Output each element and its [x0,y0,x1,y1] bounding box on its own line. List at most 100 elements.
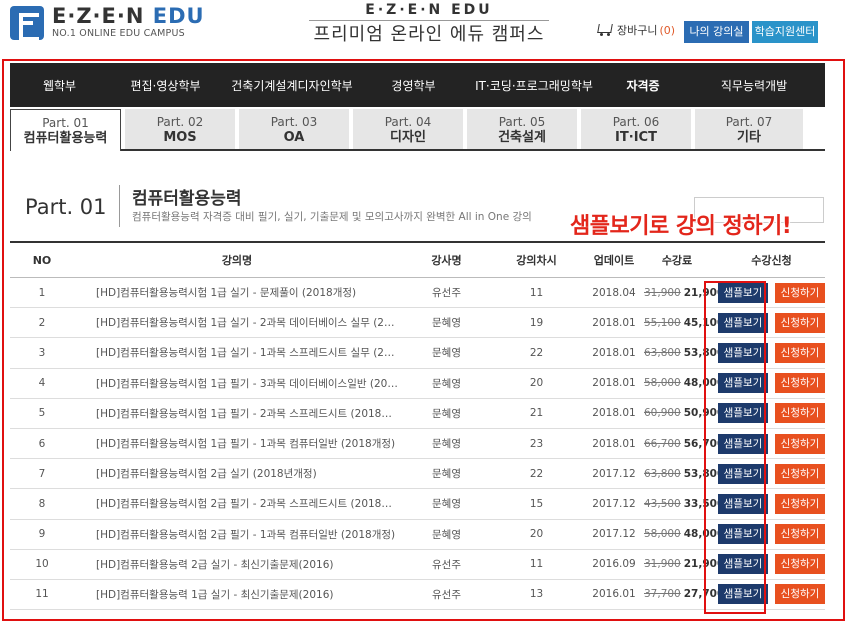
table-row: 11 [HD]컴퓨터활용능력 1급 실기 - 최신기출문제(2016) 유선주 13 2… [10,580,825,611]
row-price: 55,100 45,100 [644,317,724,329]
section-divider [119,185,120,227]
row-no: 1 [38,286,46,299]
center-subtitle: 프리미엄 온라인 에듀 캠퍼스 [313,24,545,45]
row-price: 31,900 21,900 [644,558,724,570]
row-no: 10 [35,558,49,571]
row-date: 2018.01 [592,346,636,359]
logo-edu: EDU [152,4,205,28]
row-no: 7 [38,467,46,480]
row-count: 19 [529,316,544,329]
apply-button[interactable]: 신청하기 [775,433,825,454]
category-certificate[interactable]: 자격증 [603,77,683,94]
tab-part-01[interactable]: Part. 01 컴퓨터활용능력 [10,109,121,151]
header-date: 업데이트 [593,254,635,267]
cart-label: 장바구니 [617,24,658,37]
category-business[interactable]: 경영학부 [362,77,465,94]
apply-button[interactable]: 신청하기 [775,584,825,605]
row-title-link[interactable]: [HD]컴퓨터활용능력 1급 실기 - 최신기출문제(2016) [74,587,404,602]
apply-button[interactable]: 신청하기 [775,463,825,484]
apply-button[interactable]: 신청하기 [775,524,825,545]
apply-button[interactable]: 신청하기 [775,403,825,424]
site-logo[interactable]: E·Z·E·N EDU NO.1 ONLINE EDU CAMPUS [10,4,205,41]
header-title: 강의명 [221,254,253,267]
row-count: 22 [529,346,544,359]
row-price: 31,900 21,900 [644,286,724,299]
row-no: 9 [38,528,46,541]
row-price-old: 63,800 [644,467,681,480]
category-web[interactable]: 웹학부 [10,77,109,94]
row-teacher: 유선주 [432,558,461,571]
row-title-link[interactable]: [HD]컴퓨터활용능력 2급 실기 - 최신기출문제(2016) [74,557,404,572]
cart-icon [596,23,614,37]
row-title-link[interactable]: [HD]컴퓨터활용능력시험 1급 필기 - 3과목 데이터베이스일반 (201… [74,376,404,391]
row-no: 4 [38,377,46,390]
row-price: 43,500 33,500 [644,498,724,510]
row-count: 13 [529,588,544,601]
row-price: 63,800 53,800 [644,467,724,480]
row-date: 2017.12 [592,497,636,510]
table-row: 10 [HD]컴퓨터활용능력 2급 실기 - 최신기출문제(2016) 유선주 11 2… [10,550,825,580]
apply-button[interactable]: 신청하기 [775,554,825,575]
row-title-link[interactable]: [HD]컴퓨터활용능력시험 1급 필기 - 1과목 컴퓨터일반 (2018개정) [74,436,404,451]
center-title: E·Z·E·N EDU 프리미엄 온라인 에듀 캠퍼스 [309,2,549,49]
header-count: 강의차시 [516,254,557,267]
header-no: NO [32,253,52,267]
table-row: 2 [HD]컴퓨터활용능력시험 1급 실기 - 2과목 데이터베이스 실무 (20… [10,308,825,339]
apply-button[interactable]: 신청하기 [775,493,825,514]
row-title-link[interactable]: [HD]컴퓨터활용능력시험 1급 실기 - 문제풀이 (2018개정) [74,285,404,300]
cart-link[interactable]: 장바구니 (0) [596,22,675,38]
row-teacher: 문혜영 [432,468,461,481]
category-architecture-design[interactable]: 건축기계설계디자인학부 [222,77,362,94]
section-description: 컴퓨터활용능력 자격증 대비 필기, 실기, 기출문제 및 모의고사까지 완벽한… [132,211,532,223]
callout-annotation: 샘플보기로 강의 정하기! [570,214,792,239]
table-row: 6 [HD]컴퓨터활용능력시험 1급 필기 - 1과목 컴퓨터일반 (2018개정… [10,429,825,460]
tab-part-03[interactable]: Part. 03 OA [239,109,349,149]
row-price-old: 60,900 [644,407,681,420]
row-title-link[interactable]: [HD]컴퓨터활용능력시험 1급 필기 - 2과목 스프레드시트 (2018개정… [74,406,404,421]
row-count: 11 [529,558,544,571]
row-teacher: 문혜영 [432,528,461,541]
row-teacher: 문혜영 [432,377,461,390]
apply-button[interactable]: 신청하기 [775,282,825,303]
row-price: 58,000 48,000 [644,528,724,540]
tab-part-04[interactable]: Part. 04 디자인 [353,109,463,149]
row-teacher: 유선주 [432,287,461,300]
my-lecture-button[interactable]: 나의 강의실 [684,21,749,43]
tab-part-02[interactable]: Part. 02 MOS [125,109,235,149]
logo-mark-icon [10,6,44,41]
row-date: 2018.04 [592,286,636,299]
row-date: 2017.12 [592,467,636,480]
row-title-link[interactable]: [HD]컴퓨터활용능력시험 2급 실기 (2018년개정) [74,466,404,481]
row-title-link[interactable]: [HD]컴퓨터활용능력시험 1급 실기 - 2과목 데이터베이스 실무 (201… [74,315,404,330]
table-row: 4 [HD]컴퓨터활용능력시험 1급 필기 - 3과목 데이터베이스일반 (201… [10,369,825,399]
row-price: 60,900 50,900 [644,407,724,420]
part-tabs: Part. 01 컴퓨터활용능력 Part. 02 MOS Part. 03 O… [10,109,825,151]
row-teacher: 문혜영 [432,317,461,330]
table-row: 7 [HD]컴퓨터활용능력시험 2급 실기 (2018년개정) 문혜영 22 2017.… [10,459,825,490]
row-count: 23 [529,437,544,450]
table-row: 1 [HD]컴퓨터활용능력시험 1급 실기 - 문제풀이 (2018개정) 유선주 1… [10,278,825,309]
row-date: 2018.01 [592,407,636,420]
row-price: 63,800 53,800 [644,347,724,359]
row-price-old: 31,900 [644,286,681,299]
section-title: 컴퓨터활용능력 [132,189,242,209]
help-center-button[interactable]: 학습지원센터 [752,21,818,43]
tab-part-06[interactable]: Part. 06 IT·ICT [581,109,691,149]
row-no: 3 [38,346,46,359]
row-count: 15 [529,497,544,510]
apply-button[interactable]: 신청하기 [775,342,825,363]
row-title-link[interactable]: [HD]컴퓨터활용능력시험 2급 필기 - 2과목 스프레드시트 (2018년… [74,496,404,511]
row-date: 2016.09 [592,558,636,571]
category-edit-video[interactable]: 편집·영상학부 [109,77,222,94]
row-no: 2 [38,316,46,329]
category-it-coding[interactable]: IT·코딩·프로그래밍학부 [465,77,603,94]
row-no: 8 [38,497,46,510]
tab-part-05[interactable]: Part. 05 건축설계 [467,109,577,149]
apply-button[interactable]: 신청하기 [775,312,825,333]
category-job-skills[interactable]: 직무능력개발 [683,77,825,94]
tab-part-07[interactable]: Part. 07 기타 [695,109,803,149]
row-title-link[interactable]: [HD]컴퓨터활용능력시험 2급 필기 - 1과목 컴퓨터일반 (2018개정) [74,527,404,542]
apply-button[interactable]: 신청하기 [775,373,825,394]
row-title-link[interactable]: [HD]컴퓨터활용능력시험 1급 실기 - 1과목 스프레드시트 실무 (201… [74,345,404,360]
row-price-old: 37,700 [644,588,681,601]
